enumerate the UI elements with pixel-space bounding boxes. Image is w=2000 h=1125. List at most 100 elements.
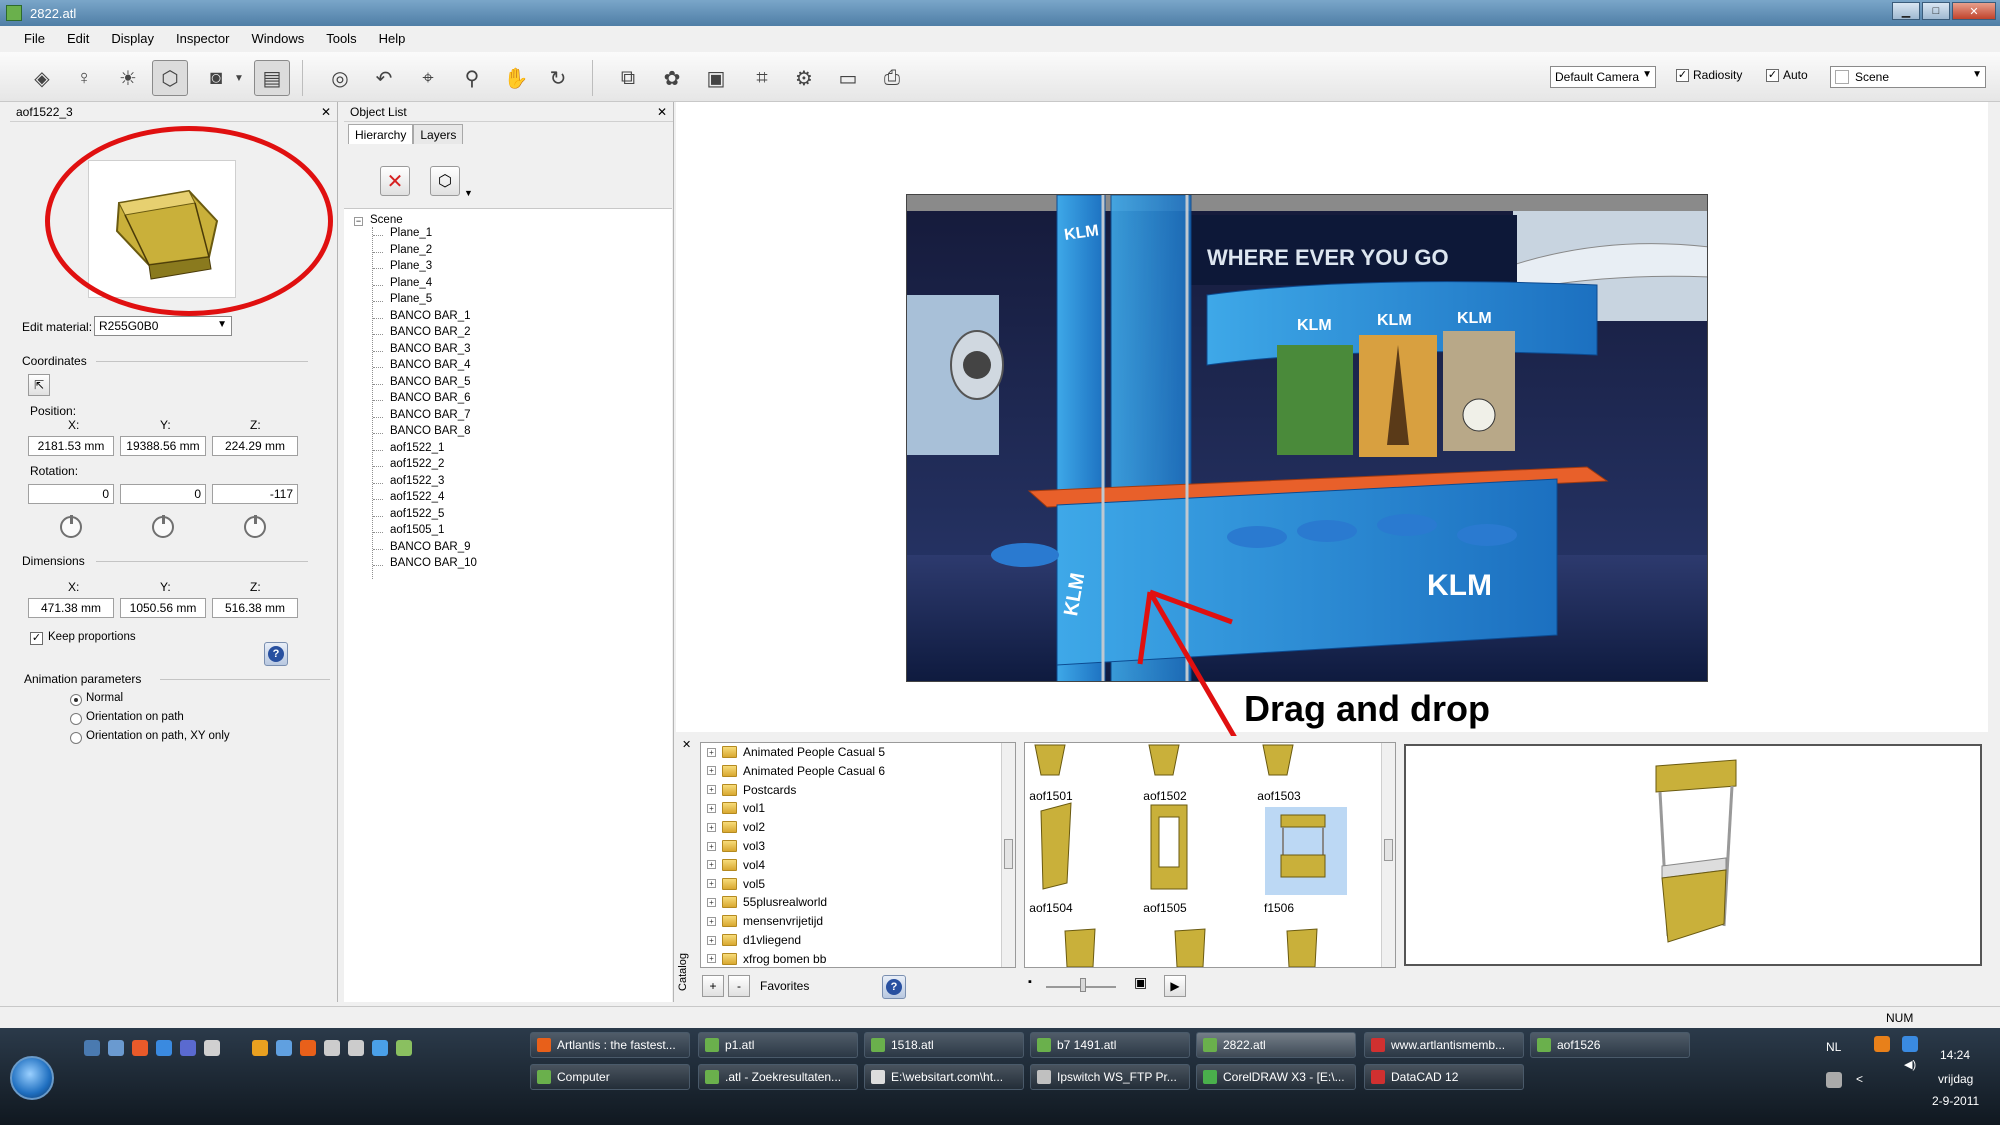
add-favorite-button[interactable]: +: [702, 975, 724, 997]
catalog-item-f1506[interactable]: f1506: [1239, 901, 1319, 915]
taskbar-window-button[interactable]: DataCAD 12: [1364, 1064, 1524, 1090]
expand-icon[interactable]: +: [707, 916, 716, 926]
clock-date: 2-9-2011: [1932, 1094, 1980, 1108]
catalog-folder[interactable]: + vol3: [707, 839, 765, 853]
catalog-folder[interactable]: + Animated People Casual 5: [707, 745, 885, 759]
media-icon[interactable]: [252, 1040, 268, 1056]
taskbar-window-button[interactable]: 2822.atl: [1196, 1032, 1356, 1058]
folder-icon: [722, 764, 737, 777]
show-hidden-icons-icon[interactable]: <: [1856, 1072, 1863, 1086]
taskbar-window-button[interactable]: p1.atl: [698, 1032, 858, 1058]
catalog-item-aof1504[interactable]: aof1504: [1011, 901, 1091, 915]
tray-icon[interactable]: [1874, 1036, 1890, 1052]
catalog-folder-label: d1vliegend: [743, 933, 802, 947]
folder-scrollbar[interactable]: [1001, 743, 1015, 967]
app-quicklaunch-icon[interactable]: [180, 1040, 196, 1056]
scrollbar-thumb[interactable]: [1384, 839, 1393, 861]
expand-icon[interactable]: +: [707, 860, 716, 870]
close-icon[interactable]: ✕: [682, 738, 691, 751]
firefox-icon[interactable]: [300, 1040, 316, 1056]
catalog-folder[interactable]: + vol2: [707, 820, 765, 834]
catalog-item-aof1502[interactable]: aof1502: [1125, 789, 1205, 803]
thumb-aof1502: [1148, 744, 1180, 776]
expand-icon[interactable]: +: [707, 935, 716, 945]
play-button[interactable]: ▶: [1164, 975, 1186, 997]
app-icon: [1203, 1070, 1217, 1084]
folder-icon: [722, 896, 737, 909]
switch-windows-icon[interactable]: [108, 1040, 124, 1056]
taskbar-window-button[interactable]: Artlantis : the fastest...: [530, 1032, 690, 1058]
favorites-label: Favorites: [760, 979, 810, 993]
clock-time[interactable]: 14:24: [1940, 1048, 1970, 1062]
catalog-folder[interactable]: + vol4: [707, 858, 765, 872]
scrollbar-thumb[interactable]: [1004, 839, 1013, 869]
catalog-help-button[interactable]: ?: [882, 975, 906, 999]
app-icon: [537, 1038, 551, 1052]
catalog-folder[interactable]: + Animated People Casual 6: [707, 764, 885, 778]
grid-scrollbar[interactable]: [1381, 743, 1395, 967]
thumb-aof1503: [1262, 744, 1294, 776]
expand-icon[interactable]: +: [707, 841, 716, 851]
app-icon: [1371, 1070, 1385, 1084]
remove-favorite-button[interactable]: -: [728, 975, 750, 997]
app-quicklaunch-icon[interactable]: [132, 1040, 148, 1056]
catalog-folder[interactable]: + d1vliegend: [707, 933, 801, 947]
thumb-aof1504: [1040, 802, 1072, 890]
folder-icon: [722, 877, 737, 890]
taskbar-window-button[interactable]: 1518.atl: [864, 1032, 1024, 1058]
start-button[interactable]: [10, 1056, 54, 1100]
catalog-item-aof1501[interactable]: aof1501: [1011, 789, 1091, 803]
volume-icon[interactable]: ◀): [1904, 1058, 1916, 1071]
app-quicklaunch-icon[interactable]: [324, 1040, 340, 1056]
slider-thumb[interactable]: [1080, 978, 1086, 992]
taskbar-button-label: aof1526: [1557, 1038, 1601, 1052]
catalog-folder[interactable]: + mensenvrijetijd: [707, 914, 823, 928]
catalog-folder[interactable]: + xfrog bomen bb: [707, 952, 826, 966]
expand-icon[interactable]: +: [707, 879, 716, 889]
app-icon: [1537, 1038, 1551, 1052]
catalog-folder[interactable]: + Postcards: [707, 783, 796, 797]
app-icon: [1037, 1038, 1051, 1052]
expand-icon[interactable]: +: [707, 954, 716, 964]
expand-icon[interactable]: +: [707, 897, 716, 907]
app-quicklaunch-icon[interactable]: [372, 1040, 388, 1056]
catalog-folder[interactable]: +55plusrealworld: [707, 895, 827, 909]
language-indicator[interactable]: NL: [1826, 1040, 1841, 1054]
taskbar-window-button[interactable]: Computer: [530, 1064, 690, 1090]
catalog-folder[interactable]: + vol1: [707, 801, 765, 815]
taskbar-window-button[interactable]: www.artlantismemb...: [1364, 1032, 1524, 1058]
taskbar-button-label: .atl - Zoekresultaten...: [725, 1070, 842, 1084]
taskbar-window-button[interactable]: Ipswitch WS_FTP Pr...: [1030, 1064, 1190, 1090]
app-quicklaunch-icon[interactable]: [396, 1040, 412, 1056]
catalog-folder-label: 55plusrealworld: [743, 895, 828, 910]
catalog-folder[interactable]: + vol5: [707, 877, 765, 891]
expand-icon[interactable]: +: [707, 766, 716, 776]
catalog-folder-label: vol3: [743, 839, 766, 853]
app-quicklaunch-icon[interactable]: [276, 1040, 292, 1056]
catalog-tab-label[interactable]: Catalog: [677, 953, 689, 991]
expand-icon[interactable]: +: [707, 785, 716, 795]
taskbar-window-button[interactable]: .atl - Zoekresultaten...: [698, 1064, 858, 1090]
large-size-icon: ▣: [1134, 974, 1148, 990]
taskbar-button-label: p1.atl: [725, 1038, 755, 1052]
taskbar-window-button[interactable]: E:\websitart.com\ht...: [864, 1064, 1024, 1090]
folder-icon: [722, 840, 737, 852]
tray-icon[interactable]: [1826, 1072, 1842, 1088]
taskbar-window-button[interactable]: CorelDRAW X3 - [E:\...: [1196, 1064, 1356, 1090]
expand-icon[interactable]: +: [707, 803, 716, 813]
app-quicklaunch-icon[interactable]: [204, 1040, 220, 1056]
expand-icon[interactable]: +: [707, 747, 716, 757]
catalog-folder-label: Postcards: [743, 782, 797, 797]
taskbar-window-button[interactable]: b7 1491.atl: [1030, 1032, 1190, 1058]
show-desktop-icon[interactable]: [84, 1040, 100, 1056]
ie-icon[interactable]: [156, 1040, 172, 1056]
catalog-item-aof1505[interactable]: aof1505: [1125, 901, 1205, 915]
catalog-item-aof1503[interactable]: aof1503: [1239, 789, 1319, 803]
expand-icon[interactable]: +: [707, 822, 716, 832]
taskbar-button-label: 2822.atl: [1223, 1038, 1266, 1052]
catalog-item-grid: aof1501 aof1502 aof1503 aof1504 aof1505 …: [1024, 742, 1396, 968]
arrow-head-icon: [1137, 591, 1153, 665]
app-quicklaunch-icon[interactable]: [348, 1040, 364, 1056]
network-icon[interactable]: [1902, 1036, 1918, 1052]
taskbar-window-button[interactable]: aof1526: [1530, 1032, 1690, 1058]
